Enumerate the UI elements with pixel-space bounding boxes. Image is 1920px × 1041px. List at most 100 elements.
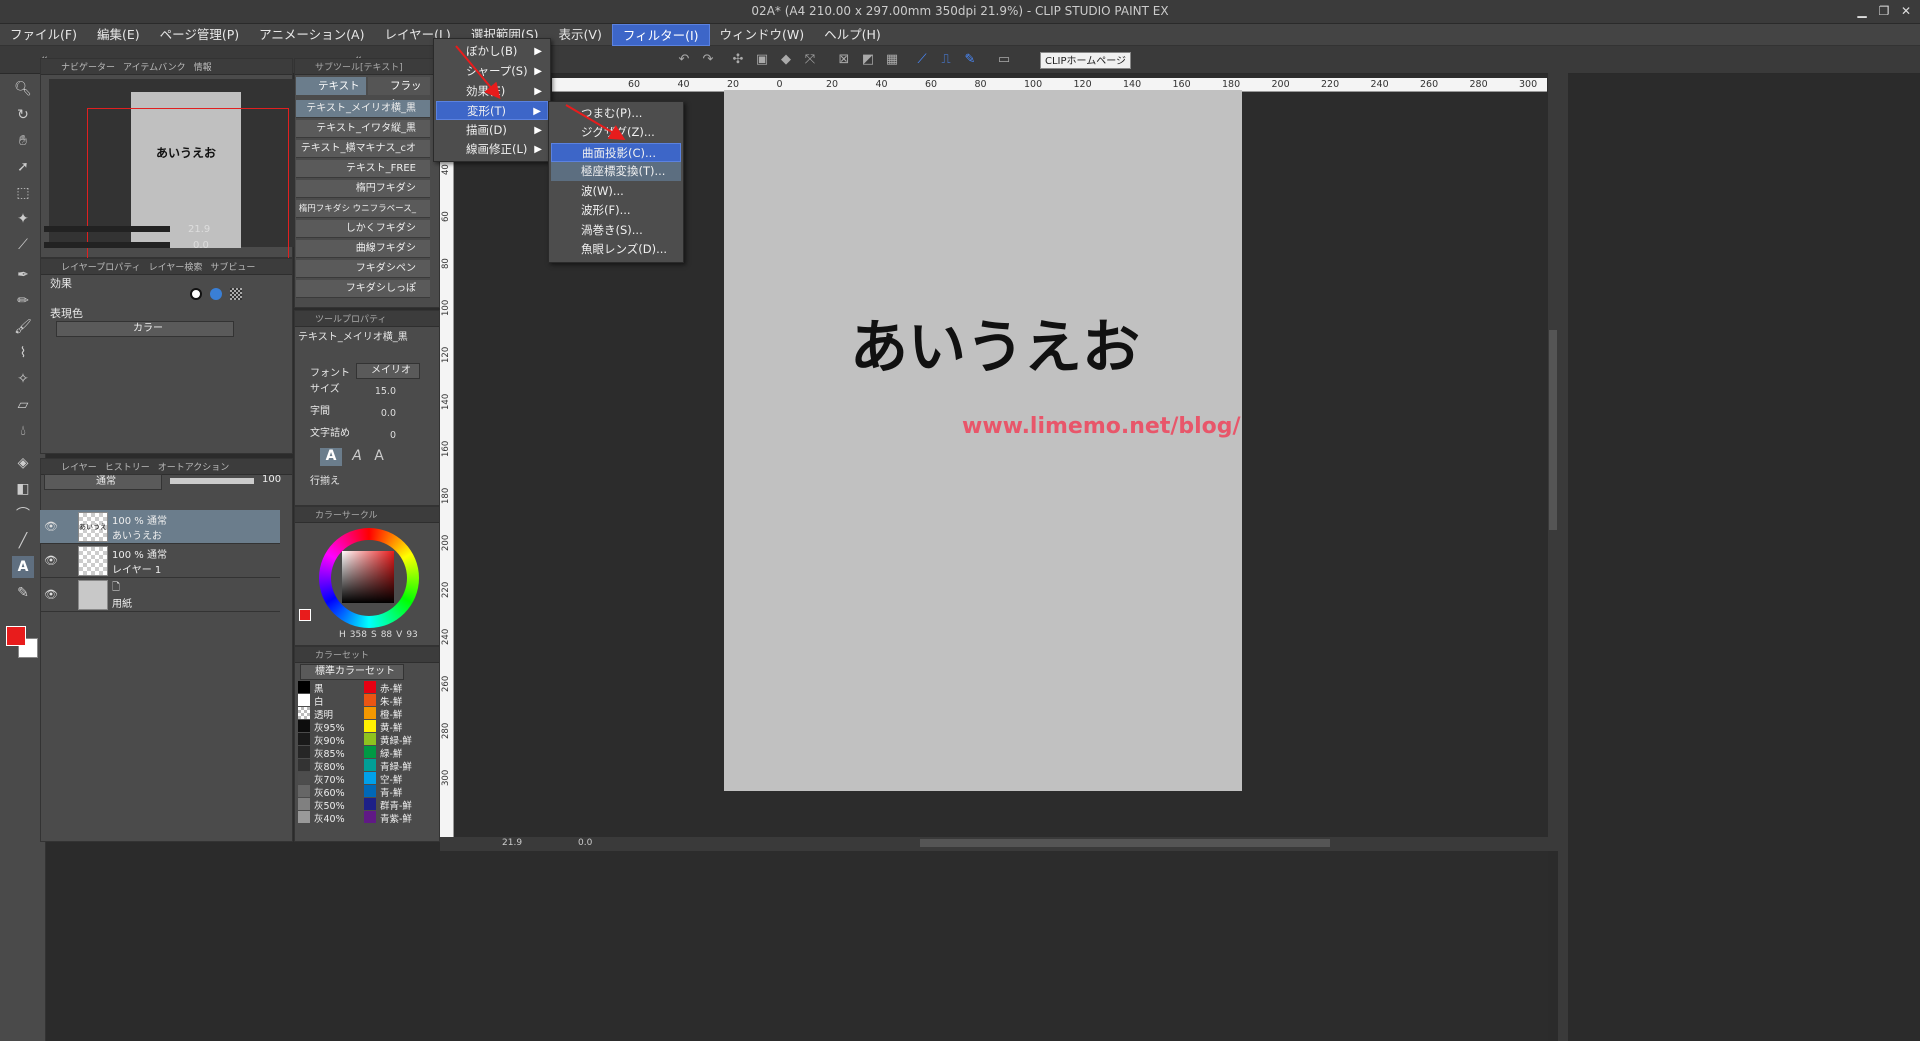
filter-menu-item-transform[interactable]: 変形(T) ▶ <box>436 101 548 120</box>
selection-tool-icon[interactable]: ⬚ <box>12 182 34 204</box>
move-tool-icon[interactable]: ➚ <box>12 156 34 178</box>
gradient-icon[interactable]: ◧ <box>12 478 34 500</box>
stabilizer-icon[interactable]: ⎍ <box>938 52 954 68</box>
menu-page[interactable]: ページ管理(P) <box>150 24 250 46</box>
tracking-value[interactable]: 0 <box>360 430 396 441</box>
transform-menu-item-polar[interactable]: 極座標変換(T)... <box>551 162 681 181</box>
eye-icon[interactable]: 👁︎ <box>44 588 58 601</box>
vertical-scroll-thumb[interactable] <box>1549 330 1557 530</box>
color-set-item[interactable]: 空-鮮 <box>364 772 428 786</box>
eye-icon[interactable]: 👁︎ <box>44 554 58 567</box>
minimize-icon[interactable]: ▁ <box>1854 3 1870 19</box>
color-set-item[interactable]: 灰95% <box>298 720 362 734</box>
color-set-select[interactable]: 標準カラーセット <box>300 664 404 680</box>
menu-file[interactable]: ファイル(F) <box>0 24 87 46</box>
canvas-text[interactable]: あいうえお <box>850 300 1140 384</box>
transform-icon[interactable]: ✣ <box>730 52 746 68</box>
spacing-value[interactable]: 0.0 <box>360 408 396 419</box>
subtool-item[interactable]: 楕円フキダシ ウニフラベース_ブラシ <box>296 200 430 232</box>
clip-home-button[interactable]: CLIPホームページ <box>1040 52 1132 69</box>
pen-tool-icon[interactable]: ✒ <box>12 264 34 286</box>
tab-history[interactable]: ヒストリー <box>105 460 150 473</box>
grid-snap-icon[interactable]: ▦ <box>884 52 900 68</box>
undo-icon[interactable]: ↶ <box>676 52 692 68</box>
menu-view[interactable]: 表示(V) <box>549 24 612 46</box>
redo-icon[interactable]: ↷ <box>700 52 716 68</box>
color-set-item[interactable]: 灰60% <box>298 785 362 799</box>
filter-menu-item[interactable]: 効果(E) ▶ <box>436 82 548 101</box>
decoration-icon[interactable]: ✧ <box>12 368 34 390</box>
eraser-icon[interactable]: ▱ <box>12 394 34 416</box>
tab-navigator[interactable]: ナビゲーター <box>61 60 115 73</box>
menu-filter[interactable]: フィルター(I) <box>611 23 710 46</box>
color-set-item[interactable]: 灰70% <box>298 772 362 786</box>
scale-icon[interactable]: ⤧ <box>802 52 818 68</box>
tab-auto-action[interactable]: オートアクション <box>158 460 230 473</box>
tab-layer-property[interactable]: レイヤープロパティ <box>61 260 141 273</box>
color-set-item[interactable]: 灰85% <box>298 746 362 760</box>
rotate-tool-icon[interactable]: ↻ <box>12 104 34 126</box>
color-set-item[interactable]: 黄-鮮 <box>364 720 428 734</box>
transform-menu-item[interactable]: 波(W)... <box>551 182 681 201</box>
ruler-snap-icon[interactable]: ◩ <box>860 52 876 68</box>
fill-icon[interactable]: ◆ <box>778 52 794 68</box>
navigator-preview[interactable]: あいうえお <box>49 79 297 270</box>
filter-menu-item[interactable]: 線画修正(L) ▶ <box>436 140 548 159</box>
subtool-tab-text[interactable]: テキスト <box>296 77 366 95</box>
layer-row[interactable]: 👁︎ 100 % 通常 レイヤー 1 <box>40 544 280 578</box>
pencil-tool-icon[interactable]: ✏ <box>12 290 34 312</box>
canvas-page[interactable] <box>724 90 1242 791</box>
tab-layer[interactable]: レイヤー <box>61 460 97 473</box>
saturation-value-square[interactable] <box>342 551 394 603</box>
pen-pressure-icon[interactable]: ⟋ <box>914 52 930 68</box>
zoom-slider[interactable] <box>44 226 170 232</box>
tab-item-bank[interactable]: アイテムバンク <box>123 60 186 73</box>
text-style-underline-icon[interactable]: A <box>368 448 390 466</box>
horizontal-scroll-thumb[interactable] <box>920 839 1330 847</box>
pen-icon[interactable]: ✎ <box>962 52 978 68</box>
hand-tool-icon[interactable]: ✋︎ <box>12 130 34 152</box>
color-set-item[interactable]: 黒 <box>298 681 362 695</box>
opacity-slider[interactable] <box>170 478 254 484</box>
transform-menu-item[interactable]: 渦巻き(S)... <box>551 221 681 240</box>
snap-icon[interactable]: ⊠ <box>836 52 852 68</box>
blend-tool-icon[interactable]: 💧︎ <box>12 420 34 442</box>
menu-edit[interactable]: 編集(E) <box>87 24 150 46</box>
color-set-item[interactable]: 赤-鮮 <box>364 681 428 695</box>
filter-menu-item[interactable]: シャープ(S) ▶ <box>436 62 548 81</box>
layer-row[interactable]: 👁︎ あいうえお 100 % 通常 あいうえお <box>40 510 280 559</box>
color-set-item[interactable]: 透明 <box>298 707 362 721</box>
color-set-item[interactable]: 朱-鮮 <box>364 694 428 708</box>
tab-subview[interactable]: サブビュー <box>210 260 255 273</box>
h-value[interactable]: 358 <box>350 630 367 640</box>
subtool-item[interactable]: しかくフキダシ <box>296 220 430 238</box>
s-value[interactable]: 88 <box>381 630 392 640</box>
zoom-tool-icon[interactable]: 🔍︎ <box>12 78 34 100</box>
color-set-item[interactable]: 灰50% <box>298 798 362 812</box>
color-set-item[interactable]: 黄緑-鮮 <box>364 733 428 747</box>
color-set-item[interactable]: 群青-鮮 <box>364 798 428 812</box>
filter-menu-item[interactable]: ぼかし(B) ▶ <box>436 42 548 61</box>
text-style-italic-icon[interactable]: A <box>346 448 368 466</box>
balloon-tool-icon[interactable]: ✎ <box>12 582 34 604</box>
subtool-item[interactable]: フキダシしっぽ <box>296 280 430 298</box>
text-style-bold-icon[interactable]: A <box>320 448 342 466</box>
subtool-item[interactable]: テキスト_メイリオ横_黒 <box>296 100 430 118</box>
subtool-item[interactable]: フキダシペン <box>296 260 430 278</box>
menu-help[interactable]: ヘルプ(H) <box>814 24 891 46</box>
status-rotation[interactable]: 0.0 <box>578 838 592 848</box>
eye-icon[interactable]: 👁︎ <box>44 520 58 533</box>
main-color-swatch[interactable] <box>6 626 26 646</box>
color-set-item[interactable]: 青紫-鮮 <box>364 811 428 825</box>
transform-menu-item[interactable]: ジグザグ(Z)... <box>551 123 681 142</box>
color-set-item[interactable]: 青-鮮 <box>364 785 428 799</box>
color-set-item[interactable]: 灰80% <box>298 759 362 773</box>
effect-pattern-icon[interactable] <box>230 288 242 300</box>
opacity-value[interactable]: 100 <box>262 474 281 485</box>
color-set-item[interactable]: 灰40% <box>298 811 362 825</box>
text-tool-icon[interactable]: A <box>12 556 34 578</box>
effect-tone-icon[interactable] <box>210 288 222 300</box>
subtool-item[interactable]: テキスト_横マキナス_cオレンジ <box>296 140 430 172</box>
transform-menu-item-curved-projection[interactable]: 曲面投影(C)... <box>551 143 681 162</box>
maximize-icon[interactable]: ❐ <box>1876 3 1892 19</box>
